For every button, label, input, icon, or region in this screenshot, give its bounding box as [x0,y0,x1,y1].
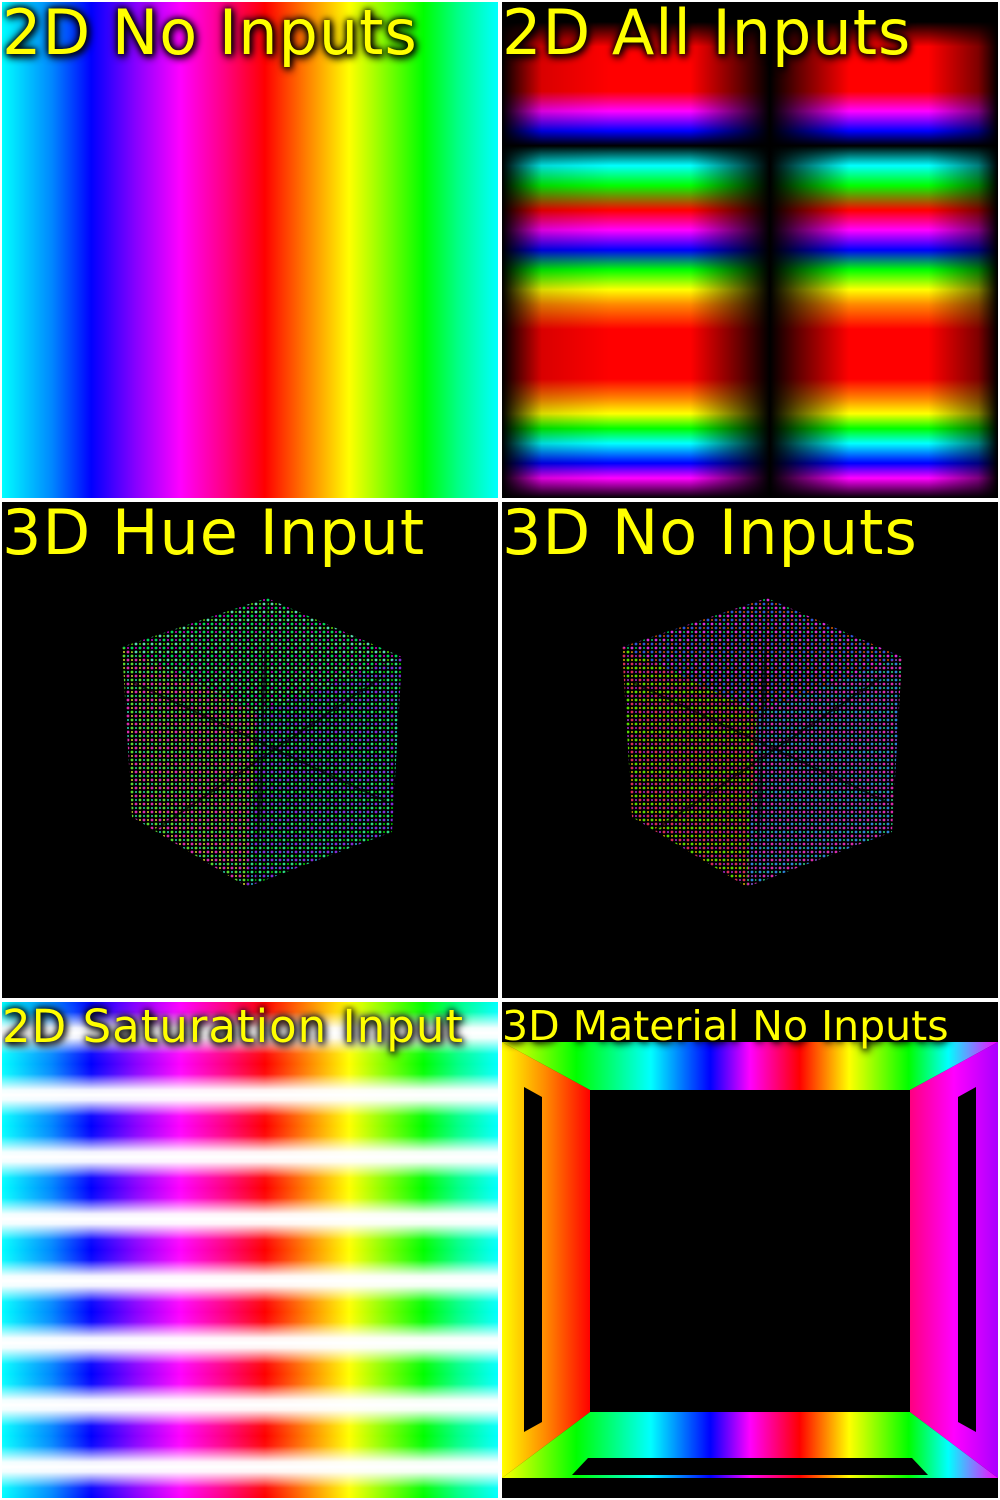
panel-2d-no-inputs: 2D No Inputs [2,2,498,498]
box-left-face [502,1042,590,1478]
panel-title: 3D No Inputs [502,502,918,569]
panel-2d-all-inputs: 2D All Inputs [502,2,998,498]
box-back-wall [590,1090,910,1412]
box-bottom-inner [572,1458,928,1475]
hue-gradient [2,2,498,498]
panel-title: 2D Saturation Input [2,1002,464,1053]
panel-title: 2D No Inputs [2,2,418,69]
panel-3d-no-inputs: 3D No Inputs [502,502,998,998]
dark-stripes [502,2,998,498]
box-right-face [910,1042,998,1478]
panel-2d-saturation-input: 2D Saturation Input [2,1002,498,1498]
panel-3d-material-no-inputs: 3D Material No Inputs [502,1002,998,1498]
box-left-inner [524,1087,542,1432]
box-right-inner [958,1087,976,1432]
point-cube [622,598,902,887]
material-box [502,1042,998,1478]
saturation-stripes [2,1002,498,1498]
panel-3d-hue-input: 3D Hue Input [2,502,498,998]
panel-title: 3D Hue Input [2,502,426,569]
panel-title: 3D Material No Inputs [502,1002,949,1050]
panel-title: 2D All Inputs [502,2,912,69]
point-cube [122,598,402,887]
